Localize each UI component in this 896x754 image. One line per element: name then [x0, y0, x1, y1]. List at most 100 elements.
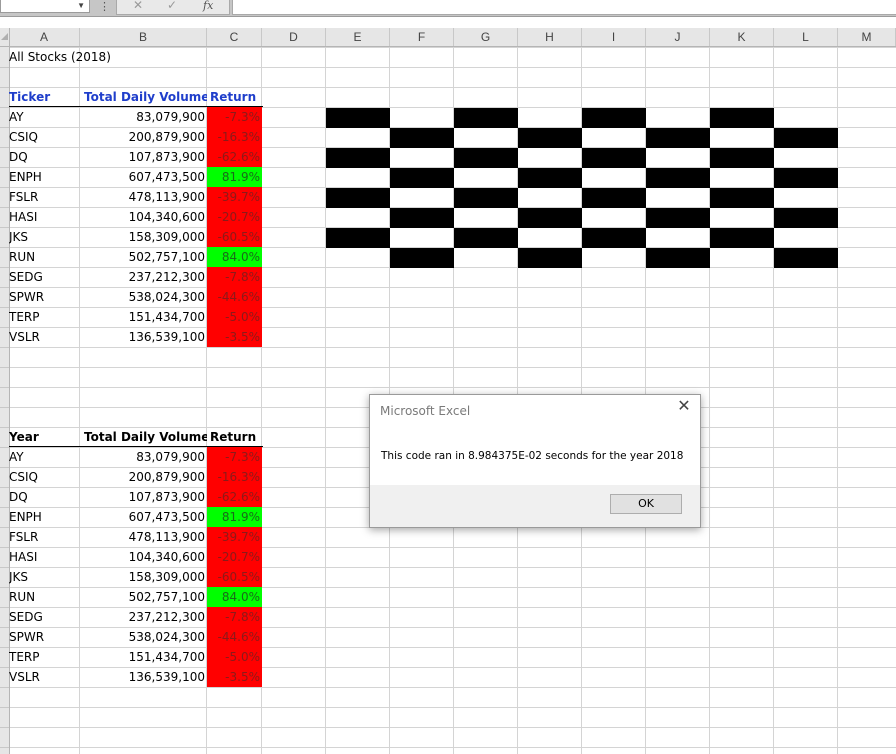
- table1-ticker-cell[interactable]: ENPH: [9, 167, 80, 187]
- table1-volume-cell[interactable]: 538,024,300: [80, 287, 207, 307]
- table2-return-cell[interactable]: -3.5%: [207, 667, 262, 687]
- column-header-j[interactable]: J: [646, 28, 710, 46]
- table2-volume-cell[interactable]: 158,309,000: [80, 567, 207, 587]
- table1-return-cell[interactable]: -44.6%: [207, 287, 262, 307]
- table1-ticker-cell[interactable]: DQ: [9, 147, 80, 167]
- column-header-g[interactable]: G: [454, 28, 518, 46]
- enter-icon[interactable]: ✓: [167, 0, 177, 12]
- table1-volume-cell[interactable]: 502,757,100: [80, 247, 207, 267]
- column-header-k[interactable]: K: [710, 28, 774, 46]
- table1-volume-cell[interactable]: 83,079,900: [80, 107, 207, 127]
- table1-ticker-cell[interactable]: TERP: [9, 307, 80, 327]
- table2-ticker-cell[interactable]: FSLR: [9, 527, 80, 547]
- table2-ticker-cell[interactable]: SPWR: [9, 627, 80, 647]
- table2-ticker-cell[interactable]: DQ: [9, 487, 80, 507]
- table1-volume-cell[interactable]: 200,879,900: [80, 127, 207, 147]
- table1-ticker-cell[interactable]: RUN: [9, 247, 80, 267]
- close-icon[interactable]: ✕: [676, 399, 692, 415]
- table1-ticker-cell[interactable]: SEDG: [9, 267, 80, 287]
- table2-ticker-cell[interactable]: TERP: [9, 647, 80, 667]
- table1-return-cell[interactable]: -60.5%: [207, 227, 262, 247]
- table2-return-cell[interactable]: -16.3%: [207, 467, 262, 487]
- table2-return-cell[interactable]: -44.6%: [207, 627, 262, 647]
- more-options-icon[interactable]: ⋮: [99, 0, 110, 13]
- table1-volume-cell[interactable]: 151,434,700: [80, 307, 207, 327]
- column-header-a[interactable]: A: [9, 28, 80, 46]
- table2-volume-cell[interactable]: 83,079,900: [80, 447, 207, 467]
- table2-return-cell[interactable]: -7.8%: [207, 607, 262, 627]
- name-box[interactable]: ▼: [0, 0, 90, 13]
- column-header-b[interactable]: B: [80, 28, 207, 46]
- table2-volume-cell[interactable]: 151,434,700: [80, 647, 207, 667]
- table1-return-cell[interactable]: 84.0%: [207, 247, 262, 267]
- table1-return-cell[interactable]: -16.3%: [207, 127, 262, 147]
- table2-return-cell[interactable]: 84.0%: [207, 587, 262, 607]
- column-header-h[interactable]: H: [518, 28, 582, 46]
- table1-header-volume[interactable]: Total Daily Volume: [80, 87, 207, 107]
- table2-ticker-cell[interactable]: JKS: [9, 567, 80, 587]
- insert-function-icon[interactable]: fx: [203, 0, 213, 12]
- table2-header-return[interactable]: Return: [207, 427, 263, 447]
- table2-volume-cell[interactable]: 136,539,100: [80, 667, 207, 687]
- table1-return-cell[interactable]: -3.5%: [207, 327, 262, 347]
- table1-ticker-cell[interactable]: SPWR: [9, 287, 80, 307]
- table1-return-cell[interactable]: -7.8%: [207, 267, 262, 287]
- table1-header-ticker[interactable]: Ticker: [9, 87, 80, 107]
- table2-volume-cell[interactable]: 478,113,900: [80, 527, 207, 547]
- table1-header-return[interactable]: Return: [207, 87, 263, 107]
- table2-ticker-cell[interactable]: SEDG: [9, 607, 80, 627]
- table2-volume-cell[interactable]: 200,879,900: [80, 467, 207, 487]
- table2-ticker-cell[interactable]: CSIQ: [9, 467, 80, 487]
- column-header-i[interactable]: I: [582, 28, 646, 46]
- table2-volume-cell[interactable]: 607,473,500: [80, 507, 207, 527]
- table1-return-cell[interactable]: -62.6%: [207, 147, 262, 167]
- table2-volume-cell[interactable]: 107,873,900: [80, 487, 207, 507]
- table1-ticker-cell[interactable]: AY: [9, 107, 80, 127]
- table2-ticker-cell[interactable]: AY: [9, 447, 80, 467]
- table2-return-cell[interactable]: -5.0%: [207, 647, 262, 667]
- table2-volume-cell[interactable]: 538,024,300: [80, 627, 207, 647]
- table1-volume-cell[interactable]: 478,113,900: [80, 187, 207, 207]
- table1-volume-cell[interactable]: 107,873,900: [80, 147, 207, 167]
- table1-volume-cell[interactable]: 607,473,500: [80, 167, 207, 187]
- table2-return-cell[interactable]: -7.3%: [207, 447, 262, 467]
- column-header-m[interactable]: M: [838, 28, 896, 46]
- table2-volume-cell[interactable]: 502,757,100: [80, 587, 207, 607]
- sheet-title[interactable]: All Stocks (2018): [9, 47, 209, 67]
- column-header-l[interactable]: L: [774, 28, 838, 46]
- table1-volume-cell[interactable]: 158,309,000: [80, 227, 207, 247]
- table2-ticker-cell[interactable]: HASI: [9, 547, 80, 567]
- table2-return-cell[interactable]: -20.7%: [207, 547, 262, 567]
- table1-ticker-cell[interactable]: JKS: [9, 227, 80, 247]
- table2-volume-cell[interactable]: 237,212,300: [80, 607, 207, 627]
- table1-volume-cell[interactable]: 136,539,100: [80, 327, 207, 347]
- column-header-c[interactable]: C: [207, 28, 262, 46]
- table1-return-cell[interactable]: -39.7%: [207, 187, 262, 207]
- table2-volume-cell[interactable]: 104,340,600: [80, 547, 207, 567]
- table2-return-cell[interactable]: -39.7%: [207, 527, 262, 547]
- table1-volume-cell[interactable]: 104,340,600: [80, 207, 207, 227]
- table1-return-cell[interactable]: -7.3%: [207, 107, 262, 127]
- table1-return-cell[interactable]: -20.7%: [207, 207, 262, 227]
- table1-ticker-cell[interactable]: CSIQ: [9, 127, 80, 147]
- formula-input[interactable]: [232, 0, 896, 15]
- table2-ticker-cell[interactable]: ENPH: [9, 507, 80, 527]
- table2-ticker-cell[interactable]: VSLR: [9, 667, 80, 687]
- table2-return-cell[interactable]: -62.6%: [207, 487, 262, 507]
- table1-return-cell[interactable]: -5.0%: [207, 307, 262, 327]
- column-header-d[interactable]: D: [262, 28, 326, 46]
- table1-ticker-cell[interactable]: VSLR: [9, 327, 80, 347]
- table2-ticker-cell[interactable]: RUN: [9, 587, 80, 607]
- ok-button[interactable]: OK: [610, 494, 682, 514]
- cancel-icon[interactable]: ✕: [133, 0, 143, 12]
- table1-ticker-cell[interactable]: HASI: [9, 207, 80, 227]
- table2-return-cell[interactable]: -60.5%: [207, 567, 262, 587]
- table1-volume-cell[interactable]: 237,212,300: [80, 267, 207, 287]
- table2-header-year[interactable]: Year: [9, 427, 80, 447]
- column-header-e[interactable]: E: [326, 28, 390, 46]
- table1-return-cell[interactable]: 81.9%: [207, 167, 262, 187]
- table1-ticker-cell[interactable]: FSLR: [9, 187, 80, 207]
- chevron-down-icon[interactable]: ▼: [77, 1, 85, 10]
- table2-return-cell[interactable]: 81.9%: [207, 507, 262, 527]
- column-header-f[interactable]: F: [390, 28, 454, 46]
